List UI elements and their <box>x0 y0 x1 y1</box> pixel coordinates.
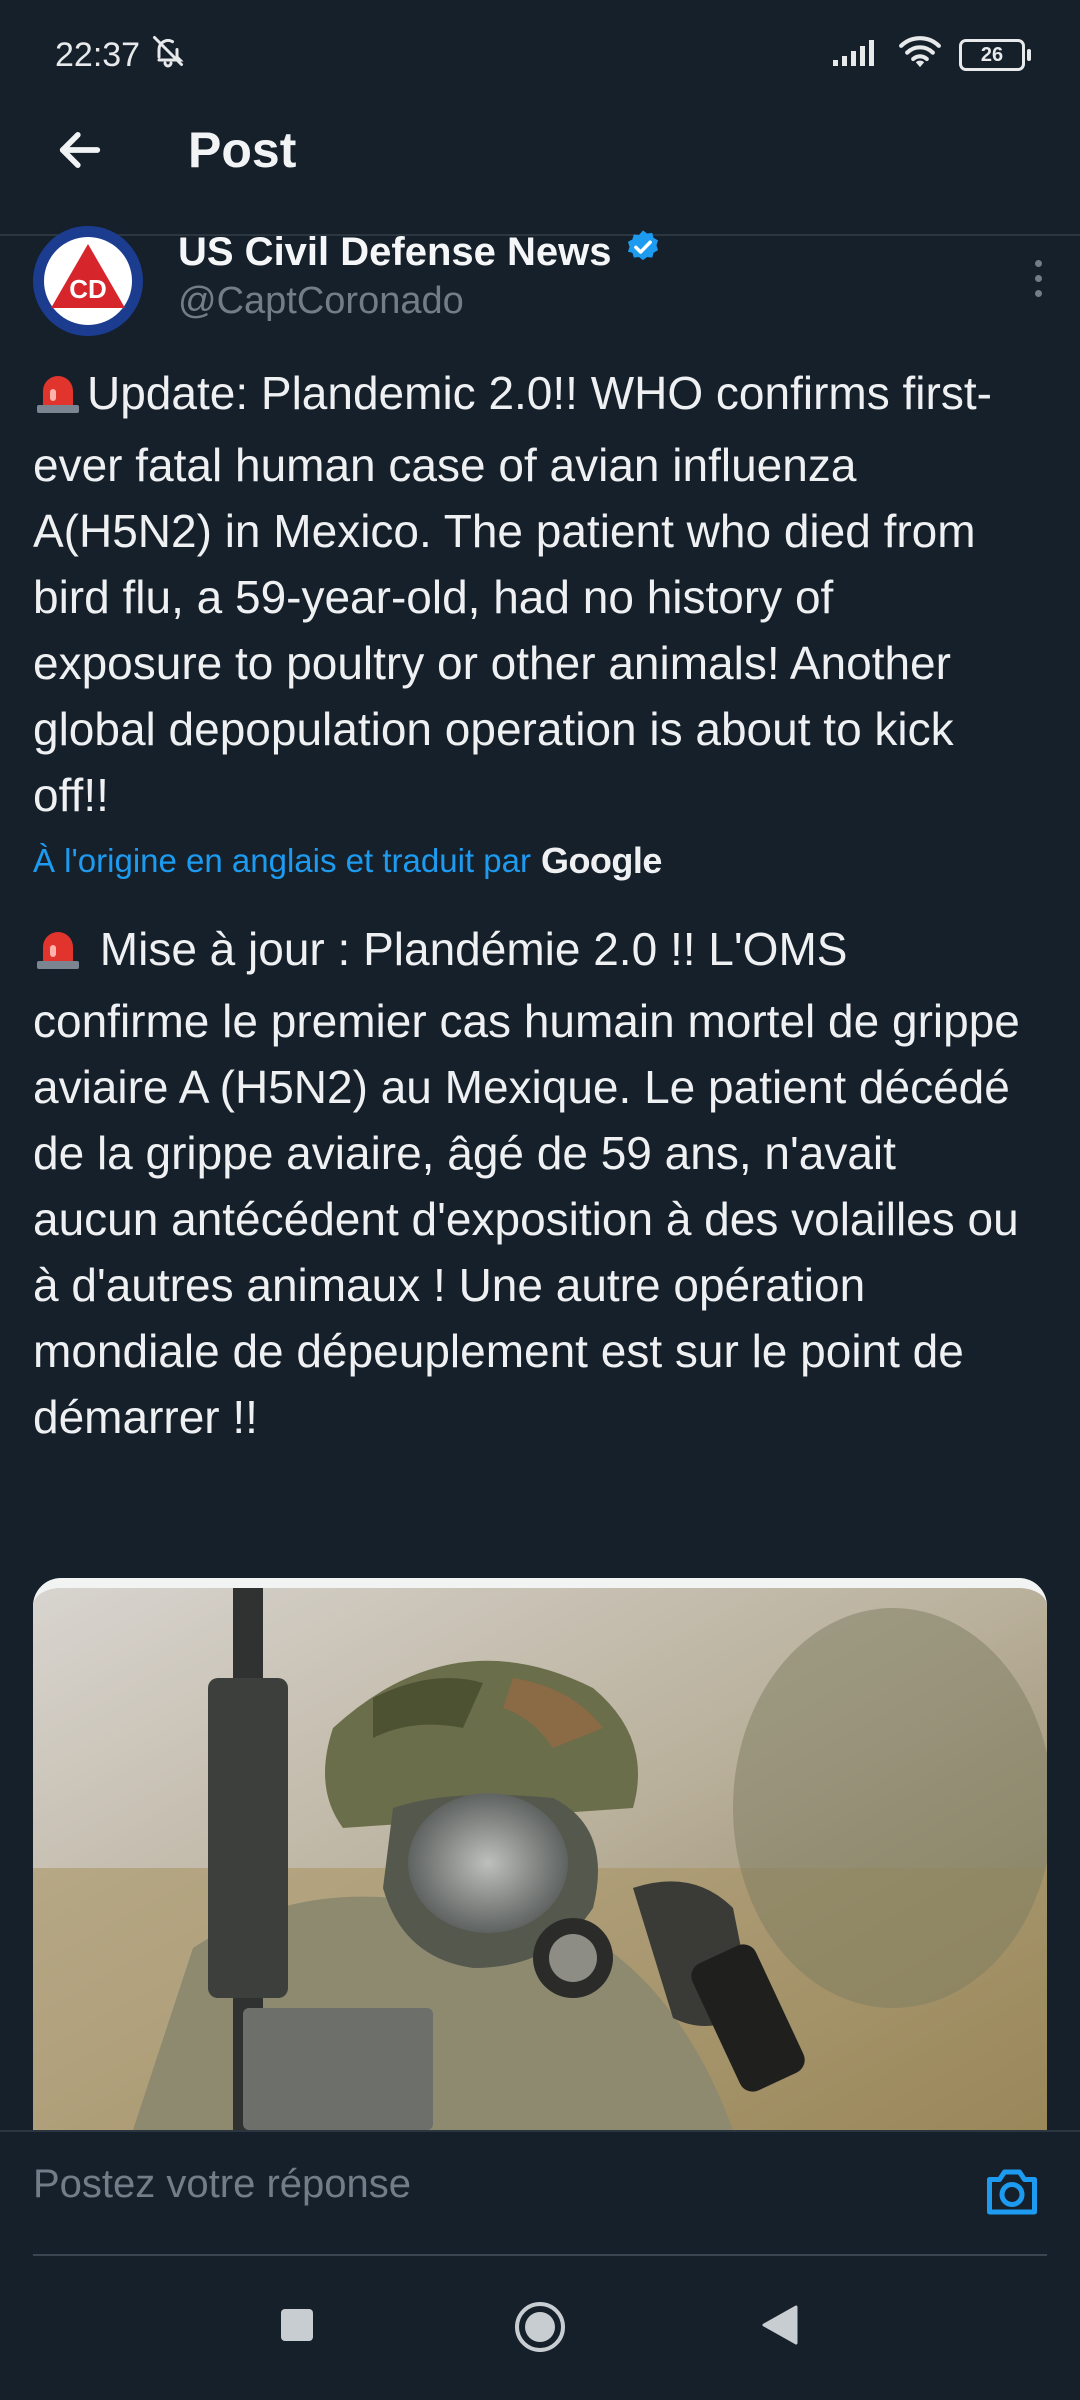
reply-bar: Postez votre réponse <box>0 2130 1080 2258</box>
verified-badge-icon <box>624 228 662 276</box>
back-button[interactable] <box>50 120 110 180</box>
translated-text: Mise à jour : Plandémie 2.0 !! L'OMS con… <box>33 916 1033 1450</box>
post-image[interactable] <box>33 1578 1047 2130</box>
camera-button[interactable] <box>982 2162 1042 2222</box>
wifi-icon <box>897 35 943 75</box>
author-name-text: US Civil Defense News <box>178 229 612 274</box>
status-right: 26 <box>831 35 1031 75</box>
translation-note[interactable]: À l'origine en anglais et traduit par Go… <box>33 840 662 882</box>
more-vertical-icon[interactable] <box>1023 248 1053 308</box>
author-row: CD US Civil Defense News @CaptCoronado <box>33 226 1053 336</box>
post-body: Update: Plandemic 2.0!! WHO confirms fir… <box>33 367 992 821</box>
arrow-left-icon <box>59 132 101 168</box>
status-left: 22:37 <box>55 33 186 78</box>
battery-icon: 26 <box>959 39 1031 71</box>
battery-level: 26 <box>980 43 1004 66</box>
reply-underline <box>33 2254 1047 2256</box>
translated-body: Mise à jour : Plandémie 2.0 !! L'OMS con… <box>33 923 1020 1443</box>
avatar-letters: CD <box>69 274 107 304</box>
siren-emoji-icon <box>33 922 83 988</box>
camera-icon <box>987 2169 1037 2215</box>
status-time: 22:37 <box>55 35 141 74</box>
circle-icon[interactable] <box>513 2300 567 2354</box>
square-icon[interactable] <box>277 2305 317 2345</box>
author-name[interactable]: US Civil Defense News <box>178 228 662 276</box>
translation-note-text: À l'origine en anglais et traduit par <box>33 842 531 879</box>
reply-input[interactable]: Postez votre réponse <box>33 2162 411 2207</box>
translation-provider: Google <box>540 840 663 881</box>
siren-emoji-icon <box>33 366 83 432</box>
status-bar: 22:37 26 <box>0 0 1080 110</box>
author-handle[interactable]: @CaptCoronado <box>178 280 464 323</box>
bell-off-icon <box>150 33 186 78</box>
post-text: Update: Plandemic 2.0!! WHO confirms fir… <box>33 360 1033 828</box>
header: Post <box>0 110 1080 190</box>
avatar[interactable]: CD <box>33 226 143 336</box>
system-nav-bar <box>0 2270 1080 2400</box>
page-title: Post <box>188 122 297 178</box>
signal-icon <box>831 38 881 73</box>
triangle-back-icon[interactable] <box>760 2305 800 2345</box>
